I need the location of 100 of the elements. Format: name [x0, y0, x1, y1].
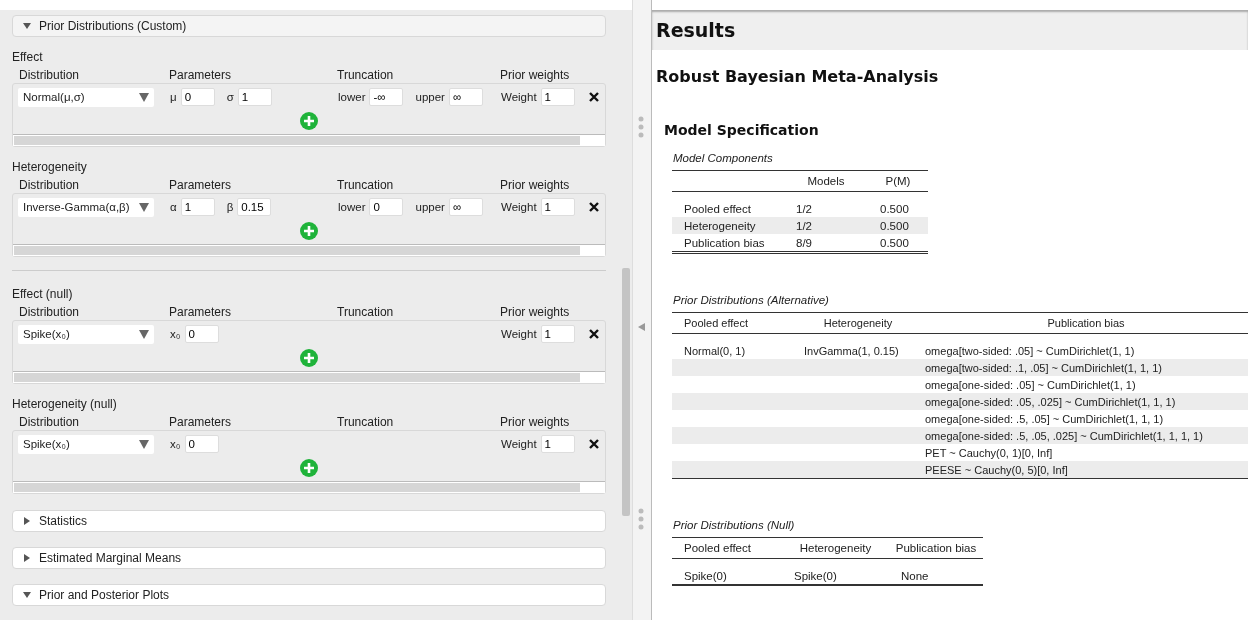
dropdown-arrow-icon: [139, 329, 149, 339]
table-cell: 0.500: [868, 191, 928, 217]
distribution-dropdown[interactable]: Inverse-Gamma(α,β): [18, 197, 154, 217]
truncation-label: upper: [415, 201, 445, 213]
column-header: Parameters: [168, 414, 233, 431]
column-header: Prior weights: [499, 304, 571, 321]
parameter-field[interactable]: 0: [180, 88, 215, 106]
table-cell: InvGamma(1, 0.15): [792, 333, 924, 359]
section-header[interactable]: Prior Distributions (Custom): [12, 15, 606, 37]
column-header: Truncation: [336, 177, 395, 194]
analysis-title: Robust Bayesian Meta-Analysis: [656, 67, 940, 86]
section-title: Effect (null): [12, 286, 74, 302]
truncation-field[interactable]: ∞: [448, 198, 483, 216]
table-cell: PET ~ Cauchy(0, 1)[0, Inf]: [924, 444, 1248, 461]
column-header: Distribution: [18, 304, 81, 321]
table-cell: omega[one-sided: .05, .025] ~ CumDirichlet(1, 1, 1): [924, 393, 1248, 410]
caret-icon: [23, 591, 31, 599]
distribution-dropdown[interactable]: Spike(x₀): [18, 434, 154, 454]
remove-icon[interactable]: [588, 439, 599, 449]
truncation-field[interactable]: -∞: [369, 88, 404, 106]
table-cell: None: [889, 558, 983, 585]
column-header: Pooled effect: [684, 317, 748, 329]
weight-field[interactable]: 1: [540, 198, 575, 216]
column-header: Heterogeneity: [799, 542, 872, 554]
add-icon[interactable]: [300, 349, 318, 367]
column-header: Truncation: [336, 67, 395, 84]
add-icon[interactable]: [300, 459, 318, 477]
add-icon[interactable]: [300, 222, 318, 240]
column-header: Models: [807, 175, 845, 187]
caret-icon: [23, 517, 31, 525]
horizontal-scrollbar[interactable]: [13, 481, 605, 493]
add-icon[interactable]: [300, 112, 318, 130]
parameter-field[interactable]: 1: [180, 198, 215, 216]
distribution-dropdown[interactable]: Normal(μ,σ): [18, 87, 154, 107]
dropdown-arrow-icon: [139, 439, 149, 449]
weight-field[interactable]: 1: [540, 325, 575, 343]
results-title: Results: [656, 19, 736, 41]
parameter-label: α: [170, 201, 177, 213]
table-cell: Heterogeneity: [672, 217, 784, 234]
section-heading: Model Specification: [664, 122, 820, 138]
table-cell: Publication bias: [672, 234, 784, 253]
remove-icon[interactable]: [588, 92, 599, 102]
column-header: Truncation: [336, 414, 395, 431]
section-title: Heterogeneity: [12, 159, 88, 175]
column-header: Prior weights: [499, 414, 571, 431]
drag-handle-icon[interactable]: [638, 116, 644, 138]
truncation-label: lower: [338, 201, 366, 213]
remove-icon[interactable]: [588, 202, 599, 212]
dropdown-arrow-icon: [139, 202, 149, 212]
section-header[interactable]: Estimated Marginal Means: [12, 547, 606, 569]
parameter-field[interactable]: 0: [184, 435, 219, 453]
weight-field[interactable]: 1: [540, 435, 575, 453]
drag-handle-icon[interactable]: [638, 508, 644, 530]
table-cell: omega[one-sided: .5, .05, .025] ~ CumDirichlet(1, 1, 1, 1): [924, 427, 1248, 444]
distribution-dropdown[interactable]: Spike(x₀): [18, 324, 154, 344]
horizontal-scrollbar[interactable]: [13, 371, 605, 383]
parameter-field[interactable]: 0.15: [237, 198, 272, 216]
caret-icon: [23, 22, 31, 30]
table-cell: 8/9: [784, 234, 868, 253]
column-header: Truncation: [336, 304, 395, 321]
table-cell: omega[one-sided: .5, .05] ~ CumDirichlet(1, 1, 1): [924, 410, 1248, 427]
weight-field[interactable]: 1: [540, 88, 575, 106]
table-cell: 1/2: [784, 217, 868, 234]
column-header: Distribution: [18, 67, 81, 84]
column-header: Prior weights: [499, 67, 571, 84]
truncation-label: upper: [415, 91, 445, 103]
dropdown-arrow-icon: [139, 92, 149, 102]
table-caption: Model Components: [673, 152, 774, 164]
parameter-field[interactable]: 1: [237, 88, 272, 106]
column-header: Heterogeneity: [823, 317, 893, 329]
table-cell: omega[two-sided: .05] ~ CumDirichlet(1, 1): [924, 333, 1248, 359]
column-header: Prior weights: [499, 177, 571, 194]
parameter-label: σ: [226, 91, 234, 103]
column-header: Parameters: [168, 177, 233, 194]
parameter-label: μ: [170, 91, 177, 103]
table-cell: 1/2: [784, 191, 868, 217]
column-header: Publication bias: [895, 542, 977, 554]
column-header: Parameters: [168, 304, 233, 321]
table-caption: Prior Distributions (Null): [673, 519, 796, 531]
truncation-field[interactable]: ∞: [448, 88, 483, 106]
section-header[interactable]: Statistics: [12, 510, 606, 532]
column-header: Distribution: [18, 177, 81, 194]
section-title: Heterogeneity (null): [12, 396, 118, 412]
column-header: Pooled effect: [684, 542, 751, 554]
horizontal-scrollbar[interactable]: [13, 244, 605, 256]
remove-icon[interactable]: [588, 329, 599, 339]
truncation-field[interactable]: 0: [369, 198, 404, 216]
section-header[interactable]: Prior and Posterior Plots: [12, 584, 606, 606]
table-cell: Spike(0): [672, 558, 782, 585]
horizontal-scrollbar[interactable]: [13, 134, 605, 146]
column-header: P(M): [885, 175, 911, 187]
table-caption: Prior Distributions (Alternative): [673, 294, 830, 306]
table-cell: 0.500: [868, 217, 928, 234]
collapse-arrow-icon[interactable]: [638, 323, 645, 331]
parameter-field[interactable]: 0: [184, 325, 219, 343]
weight-label: Weight: [501, 328, 537, 340]
column-header: Publication bias: [1047, 317, 1125, 329]
truncation-label: lower: [338, 91, 366, 103]
parameter-label: β: [226, 201, 234, 213]
table-cell: PEESE ~ Cauchy(0, 5)[0, Inf]: [924, 461, 1248, 479]
